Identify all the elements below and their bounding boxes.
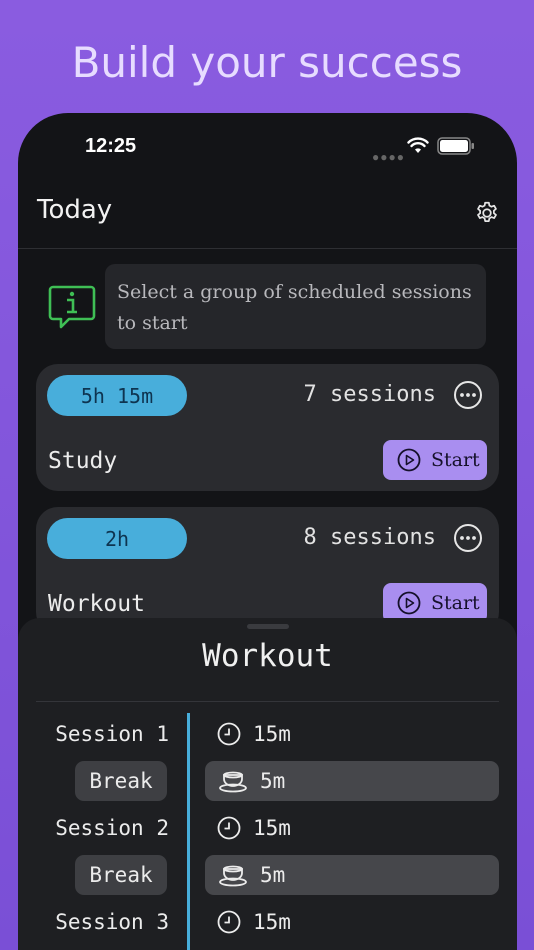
clock-icon — [217, 816, 241, 840]
sheet-drag-handle[interactable] — [247, 624, 289, 629]
status-bar: 12:25 ●●●● — [18, 113, 517, 183]
info-message: Select a group of scheduled sessions to … — [105, 264, 486, 349]
sheet-title: Workout — [202, 638, 333, 674]
clock-icon — [217, 722, 241, 746]
coffee-cup-icon — [219, 865, 247, 887]
more-icon[interactable] — [453, 523, 483, 553]
play-icon — [397, 591, 421, 615]
bottom-sheet: Workout Session 1 15m Break 5m Session 2 — [18, 618, 517, 950]
session-duration: 15m — [205, 902, 291, 942]
more-icon[interactable] — [453, 380, 483, 410]
divider — [36, 701, 499, 702]
group-card-study[interactable]: 5h 15m 7 sessions Study Start — [36, 364, 499, 491]
info-text: Select a group of scheduled sessions to … — [117, 281, 472, 334]
group-name: Workout — [48, 591, 145, 617]
start-label: Start — [431, 449, 480, 471]
break-label: Break — [75, 761, 167, 801]
break-text: Break — [89, 769, 153, 793]
phone-screen: 12:25 ●●●● Today Select a group of sched… — [18, 113, 517, 950]
wifi-icon — [407, 137, 429, 153]
battery-icon — [437, 137, 474, 155]
session-count: 8 sessions — [303, 525, 436, 550]
duration-text: 15m — [253, 910, 291, 934]
session-count: 7 sessions — [303, 382, 436, 407]
group-card-workout[interactable]: 2h 8 sessions Workout Start — [36, 507, 499, 634]
start-button[interactable]: Start — [383, 440, 487, 480]
break-label: Break — [75, 855, 167, 895]
break-text: Break — [89, 863, 153, 887]
group-name: Study — [48, 448, 118, 474]
info-bubble-icon — [48, 285, 96, 329]
session-label: Session 2 — [55, 816, 169, 840]
duration-pill: 5h 15m — [47, 375, 187, 416]
nav-bar: Today — [18, 183, 517, 249]
status-time: 12:25 — [85, 135, 137, 157]
start-button[interactable]: Start — [383, 583, 487, 623]
gear-icon[interactable] — [474, 200, 500, 226]
signal-dots-icon: ●●●● — [372, 150, 405, 164]
session-duration: 15m — [205, 714, 291, 754]
session-label: Session 1 — [55, 722, 169, 746]
play-icon — [397, 448, 421, 472]
coffee-cup-icon — [219, 771, 247, 793]
duration-text: 5m — [260, 863, 286, 887]
duration-text: 5m — [260, 769, 286, 793]
session-duration: 15m — [205, 808, 291, 848]
break-duration: 5m — [205, 855, 499, 895]
duration-pill: 2h — [47, 518, 187, 559]
break-duration: 5m — [205, 761, 499, 801]
page-title: Today — [37, 195, 113, 225]
clock-icon — [217, 910, 241, 934]
session-label: Session 3 — [55, 910, 169, 934]
start-label: Start — [431, 592, 480, 614]
duration-text: 15m — [253, 816, 291, 840]
headline: Build your success — [71, 38, 463, 87]
duration-text: 15m — [253, 722, 291, 746]
timeline-bar — [187, 713, 190, 950]
